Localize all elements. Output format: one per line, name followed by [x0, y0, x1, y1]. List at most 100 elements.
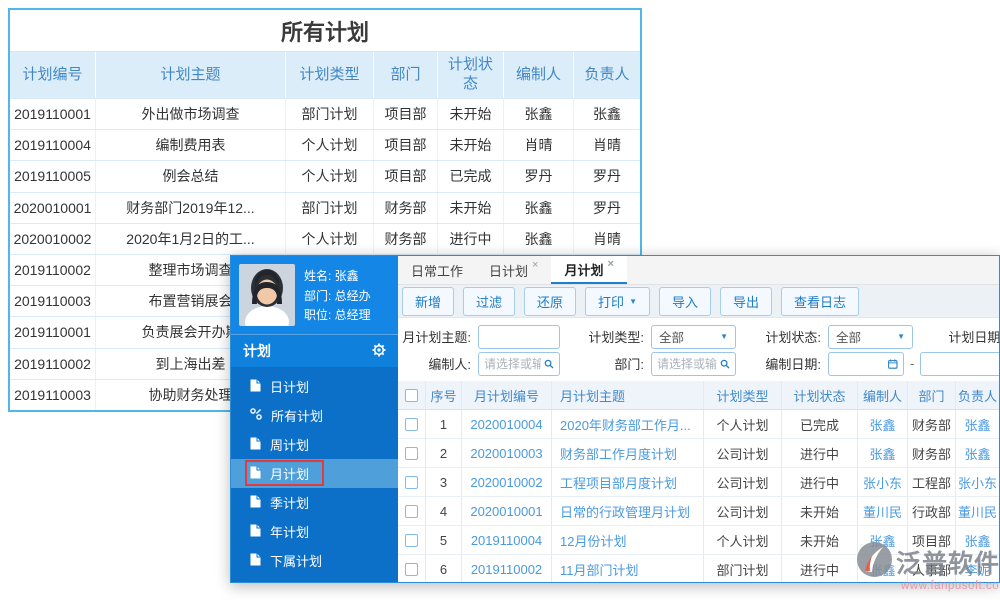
- gear-icon[interactable]: [372, 343, 386, 360]
- plan-type-cell: 公司计划: [704, 497, 782, 525]
- plan-date-filter-label: 计划日期:: [935, 327, 1000, 346]
- tab[interactable]: 日常工作 ×: [398, 256, 476, 284]
- toolbar-button[interactable]: 查看日志 ▼: [781, 287, 859, 316]
- table-row: 1 2020010004 2020年财务部工作月... 个人计划 已完成 张鑫 …: [398, 410, 999, 439]
- plan-type-cell: 公司计划: [704, 468, 782, 496]
- plan-id-link[interactable]: 2019110004: [462, 526, 552, 554]
- sidebar-menu-item[interactable]: 月计划: [231, 459, 398, 488]
- toolbar-button[interactable]: 导出 ▼: [720, 287, 772, 316]
- sidebar-menu-item-label: 月计划: [270, 464, 309, 483]
- table-row: 2 2020010003 财务部工作月度计划 公司计划 进行中 张鑫 财务部 张…: [398, 439, 999, 468]
- plan-compiler-link[interactable]: 张鑫: [858, 439, 908, 467]
- fg-column-header: 月计划编号: [462, 381, 552, 409]
- compiler-input-field[interactable]: [484, 357, 541, 371]
- plan-compiler-link[interactable]: 张鑫: [858, 555, 908, 583]
- status-select[interactable]: 全部 ▼: [828, 325, 913, 349]
- toolbar-button-label: 导入: [672, 292, 698, 311]
- plan-topic-link[interactable]: 工程项目部月度计划: [552, 468, 704, 496]
- row-checkbox[interactable]: [405, 418, 418, 431]
- dept-input[interactable]: [651, 352, 736, 376]
- type-select[interactable]: 全部 ▼: [651, 325, 736, 349]
- plan-owner-link[interactable]: 李妮: [956, 555, 999, 583]
- toolbar-button-label: 导出: [733, 292, 759, 311]
- plan-topic-link[interactable]: 2020年财务部工作月...: [552, 410, 704, 438]
- row-select-cell: [398, 555, 426, 583]
- plan-compiler-link[interactable]: 张鑫: [858, 410, 908, 438]
- table-row: 6 2019110002 11月部门计划 部门计划 进行中 张鑫 人事部 李妮: [398, 555, 999, 583]
- plan-topic-link[interactable]: 11月部门计划: [552, 555, 704, 583]
- tab-label: 日计划: [489, 261, 528, 280]
- document-icon: [250, 466, 261, 482]
- plan-id-link[interactable]: 2020010003: [462, 439, 552, 467]
- select-all-checkbox[interactable]: [405, 389, 418, 402]
- compile-date-start-field[interactable]: [834, 357, 885, 371]
- plan-status-cell: 已完成: [438, 161, 504, 191]
- plan-type-cell: 个人计划: [704, 526, 782, 554]
- plan-id-link[interactable]: 2020010001: [462, 497, 552, 525]
- table-row: 5 2019110004 12月份计划 个人计划 未开始 张鑫 项目部 张鑫: [398, 526, 999, 555]
- plan-owner-link[interactable]: 张小东: [956, 468, 999, 496]
- sidebar-menu-item[interactable]: 周计划: [231, 430, 398, 459]
- compiler-input[interactable]: [478, 352, 560, 376]
- plan-compiler-link[interactable]: 张小东: [858, 468, 908, 496]
- plan-id-link[interactable]: 2019110002: [462, 555, 552, 583]
- plan-compiler-link[interactable]: 董川民: [858, 497, 908, 525]
- plan-id-link[interactable]: 2020010004: [462, 410, 552, 438]
- tab[interactable]: 月计划 ×: [551, 256, 626, 284]
- toolbar-button-label: 打印: [598, 292, 624, 311]
- document-icon: [250, 379, 261, 395]
- dept-input-field[interactable]: [657, 357, 717, 371]
- subject-input[interactable]: [478, 325, 560, 349]
- row-checkbox[interactable]: [405, 534, 418, 547]
- row-select-cell: [398, 439, 426, 467]
- toolbar-button[interactable]: 导入 ▼: [659, 287, 711, 316]
- plan-owner-link[interactable]: 张鑫: [956, 439, 999, 467]
- close-icon[interactable]: ×: [607, 258, 613, 270]
- plan-owner-link[interactable]: 张鑫: [956, 410, 999, 438]
- plan-compiler-cell: 张鑫: [504, 224, 574, 254]
- row-checkbox[interactable]: [405, 476, 418, 489]
- plan-id-link[interactable]: 2020010002: [462, 468, 552, 496]
- toolbar-button[interactable]: 还原 ▼: [524, 287, 576, 316]
- row-checkbox[interactable]: [405, 563, 418, 576]
- toolbar-button[interactable]: 新增 ▼: [402, 287, 454, 316]
- subject-filter-label: 月计划主题:: [398, 327, 478, 346]
- table-row: 2020010001 财务部门2019年12... 部门计划 财务部 未开始 张…: [10, 192, 640, 223]
- sidebar-menu-item[interactable]: 下属计划: [231, 546, 398, 575]
- dept-filter-label: 部门:: [574, 354, 651, 373]
- monthly-plan-table: 序号月计划编号月计划主题计划类型计划状态编制人部门负责人 1 202001000…: [398, 381, 999, 583]
- plan-topic-link[interactable]: 日常的行政管理月计划: [552, 497, 704, 525]
- plan-id-cell: 2019110001: [10, 99, 96, 129]
- row-checkbox[interactable]: [405, 505, 418, 518]
- plan-status-cell: 未开始: [782, 497, 858, 525]
- fg-column-header: 月计划主题: [552, 381, 704, 409]
- plan-topic-link[interactable]: 12月份计划: [552, 526, 704, 554]
- row-number-cell: 6: [426, 555, 462, 583]
- plan-owner-link[interactable]: 董川民: [956, 497, 999, 525]
- sidebar-menu-item[interactable]: 所有计划: [231, 401, 398, 430]
- profile-name: 姓名: 张鑫: [304, 267, 371, 284]
- sidebar-menu-item[interactable]: 季计划: [231, 488, 398, 517]
- tab[interactable]: 日计划 ×: [476, 256, 551, 284]
- compile-date-end-input[interactable]: [920, 352, 1000, 376]
- plan-topic-link[interactable]: 财务部工作月度计划: [552, 439, 704, 467]
- toolbar-button[interactable]: 过滤 ▼: [463, 287, 515, 316]
- toolbar-button-label: 查看日志: [794, 292, 846, 311]
- plan-compiler-link[interactable]: 张鑫: [858, 526, 908, 554]
- row-number-cell: 5: [426, 526, 462, 554]
- bg-column-header: 编制人: [504, 52, 574, 98]
- plan-owner-cell: 罗丹: [574, 193, 640, 223]
- type-select-value: 全部: [659, 327, 684, 346]
- close-icon[interactable]: ×: [532, 259, 538, 271]
- sidebar-menu-item-label: 所有计划: [271, 406, 323, 425]
- toolbar-button-label: 过滤: [476, 292, 502, 311]
- row-checkbox[interactable]: [405, 447, 418, 460]
- fg-column-header: 序号: [426, 381, 462, 409]
- compile-date-start-input[interactable]: [828, 352, 904, 376]
- plan-id-cell: 2019110005: [10, 161, 96, 191]
- sidebar-menu-item[interactable]: 年计划: [231, 517, 398, 546]
- toolbar-button[interactable]: 打印 ▼: [585, 287, 650, 316]
- document-icon: [250, 553, 261, 569]
- sidebar-menu-item[interactable]: 日计划: [231, 372, 398, 401]
- plan-owner-link[interactable]: 张鑫: [956, 526, 999, 554]
